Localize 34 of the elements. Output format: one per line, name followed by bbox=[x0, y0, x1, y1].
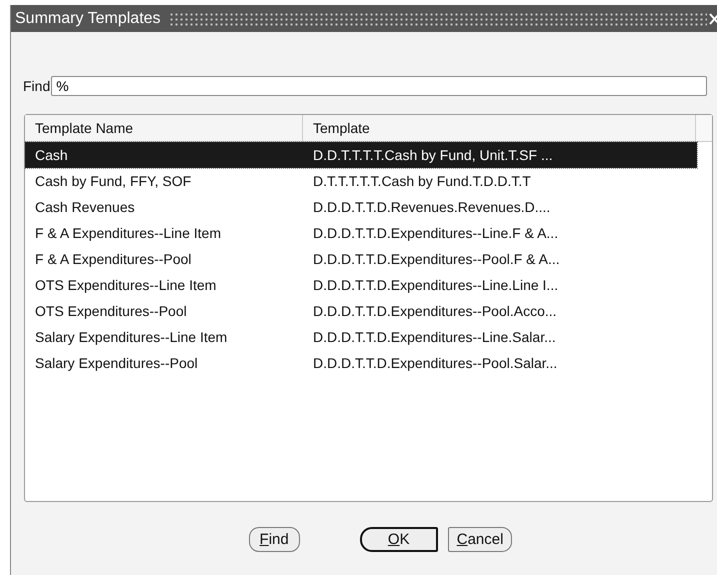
dialog-button[interactable]: OK bbox=[360, 527, 438, 552]
template-name-cell-text: Cash by Fund, FFY, SOF bbox=[34, 173, 192, 189]
template-cell-text: D.D.D.T.T.D.Expenditures--Line.Salar... bbox=[312, 329, 557, 345]
template-cell-text: D.D.D.T.T.D.Expenditures--Pool.Acco... bbox=[312, 303, 558, 319]
template-name-cell-text: OTS Expenditures--Pool bbox=[34, 303, 188, 319]
table-row[interactable]: F & A Expenditures--Pool D.D.D.T.T.D.Expenditures--Pool.F & A... bbox=[25, 246, 697, 272]
find-field[interactable]: % bbox=[51, 76, 708, 96]
table-row[interactable]: Cash D.D.T.T.T.T.Cash by Fund, Unit.T.SF ... bbox=[25, 142, 697, 168]
template-name-cell-text: Cash bbox=[34, 147, 69, 163]
dialog-button[interactable]: Find bbox=[248, 527, 300, 552]
table-row[interactable]: Cash Revenues D.D.D.T.T.D.Revenues.Revenues.D.... bbox=[25, 194, 697, 220]
table-row[interactable]: OTS Expenditures--Line Item D.D.D.T.T.D.Expenditures--Line.Line I... bbox=[25, 272, 697, 298]
template-cell-text: D.D.D.T.T.D.Expenditures--Line.Line I... bbox=[312, 277, 560, 293]
template-cell-text: D.D.D.T.T.D.Expenditures--Pool.F & A... bbox=[312, 251, 561, 267]
close-icon[interactable] bbox=[709, 12, 717, 24]
template-cell-text: D.D.T.T.T.T.Cash by Fund, Unit.T.SF ... bbox=[312, 147, 554, 163]
template-cell-text: D.T.T.T.T.T.Cash by Fund.T.D.D.T.T bbox=[312, 173, 532, 189]
window-title: Summary Templates bbox=[14, 10, 162, 28]
template-cell-text: D.D.D.T.T.D.Revenues.Revenues.D.... bbox=[312, 199, 552, 215]
find-label: Find bbox=[23, 78, 50, 94]
template-cell-text: D.D.D.T.T.D.Expenditures--Pool.Salar... bbox=[312, 355, 558, 371]
template-name-cell-text: F & A Expenditures--Pool bbox=[34, 251, 192, 267]
template-name-cell-text: Cash Revenues bbox=[34, 199, 136, 215]
table-row[interactable]: Salary Expenditures--Line Item D.D.D.T.T.D.Expenditures--Line.Salar... bbox=[25, 324, 697, 350]
table-row[interactable]: Cash by Fund, FFY, SOF D.T.T.T.T.T.Cash by Fund.T.D.D.T.T bbox=[25, 168, 697, 194]
template-name-cell-text: OTS Expenditures--Line Item bbox=[34, 277, 218, 293]
template-name-cell-text: F & A Expenditures--Line Item bbox=[34, 225, 222, 241]
table-row[interactable]: OTS Expenditures--Pool D.D.D.T.T.D.Expenditures--Pool.Acco... bbox=[25, 298, 697, 324]
template-cell-text: D.D.D.T.T.D.Expenditures--Line.F & A... bbox=[312, 225, 560, 241]
dialog-button[interactable]: Cancel bbox=[448, 527, 512, 552]
table-row[interactable]: F & A Expenditures--Line Item D.D.D.T.T.D.Expenditures--Line.F & A... bbox=[25, 220, 697, 246]
template-name-cell-text: Salary Expenditures--Pool bbox=[34, 355, 199, 371]
table-row[interactable]: Salary Expenditures--Pool D.D.D.T.T.D.Expenditures--Pool.Salar... bbox=[25, 350, 697, 376]
template-name-cell-text: Salary Expenditures--Line Item bbox=[34, 329, 228, 345]
